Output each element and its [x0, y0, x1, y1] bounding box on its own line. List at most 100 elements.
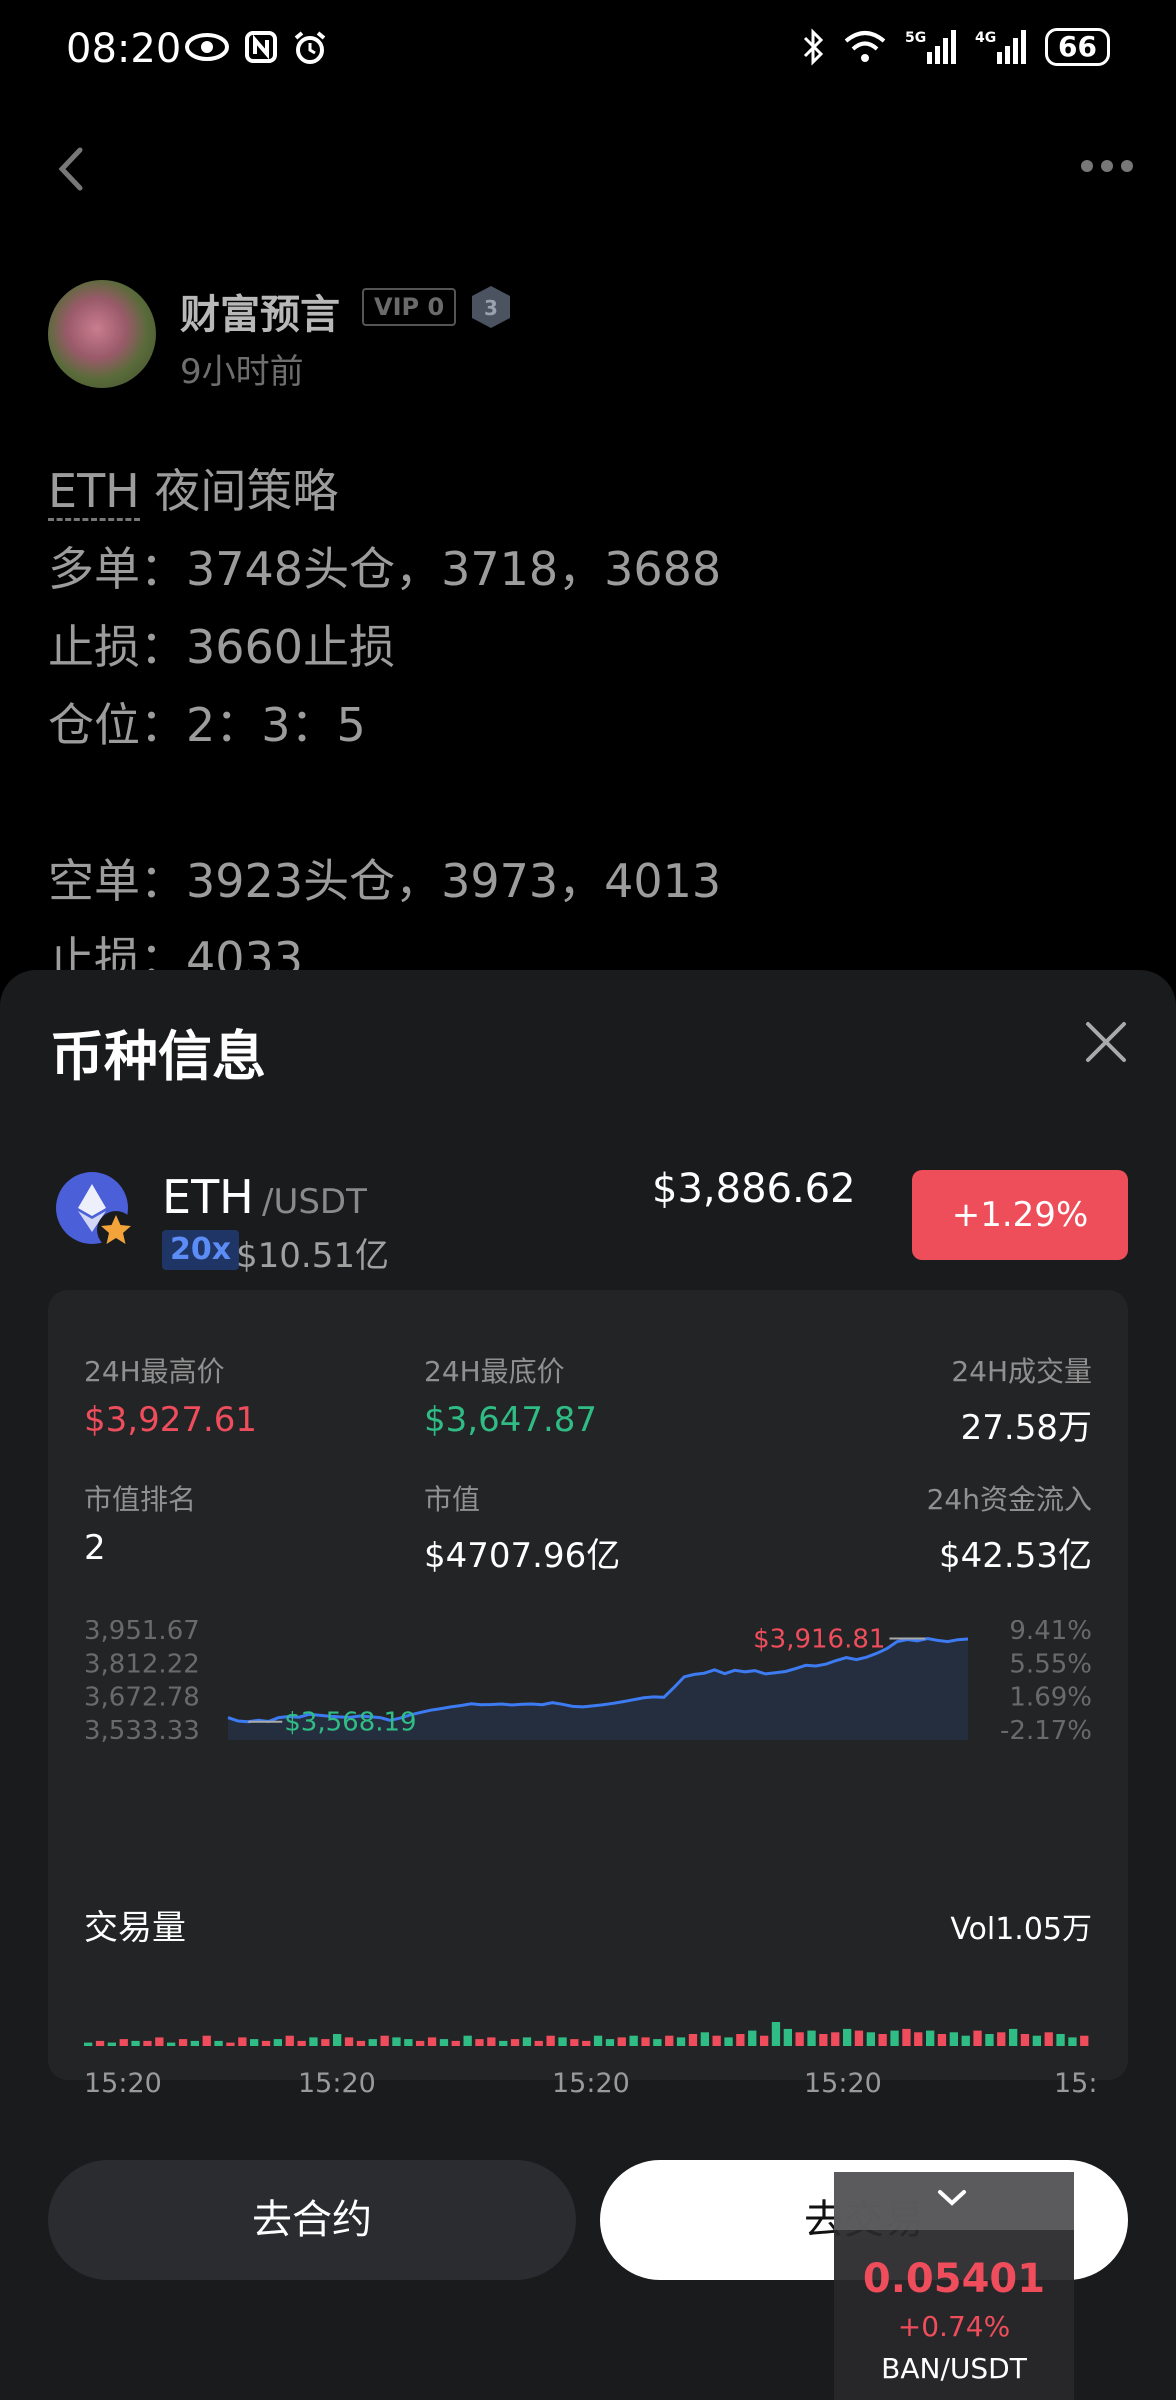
ticker-header[interactable] [834, 2172, 1074, 2230]
time-tick: 15:20 [552, 2068, 630, 2099]
y-axis-left-tick: 3,672.78 [84, 1683, 200, 1713]
low-price-label: $3,568.19 [284, 1708, 416, 1738]
volume-bar [143, 2040, 152, 2046]
author-avatar[interactable] [48, 280, 156, 388]
y-axis-right-tick: -2.17% [1000, 1716, 1092, 1746]
volume-bar [641, 2037, 650, 2046]
volume-bar [344, 2037, 354, 2046]
high-value: $3,927.61 [84, 1400, 258, 1440]
volume-bar [688, 2034, 698, 2046]
volume-bar [84, 2042, 93, 2046]
volume-bar [937, 2034, 947, 2046]
vip-badge: VIP 0 [362, 288, 457, 326]
volume-bar [831, 2032, 840, 2046]
volume-bar [843, 2028, 852, 2046]
volume-bar [238, 2037, 247, 2046]
volume-bar [463, 2035, 472, 2046]
volume-bar [475, 2039, 484, 2046]
volume-bar [309, 2037, 318, 2046]
post-line: 空单：3923头仓，3973，4013 [48, 854, 722, 908]
volume-bar [487, 2037, 496, 2046]
volume-bar [368, 2039, 377, 2046]
price-chart[interactable]: 3,951.67 3,812.22 3,672.783,533.33 9.41% 5.5… [48, 1620, 1128, 1840]
favorite-star-icon[interactable] [96, 1210, 136, 1250]
signal-5g-icon: 5G [905, 30, 957, 64]
battery-indicator: 66 [1045, 28, 1110, 66]
volume-bar [760, 2035, 769, 2046]
volume-bar [617, 2037, 626, 2046]
status-time: 08:20 [66, 26, 182, 72]
volume-bar [297, 2040, 306, 2046]
sheet-title: 币种信息 [50, 1025, 266, 1088]
go-contract-button[interactable]: 去合约 [48, 2160, 576, 2280]
chevron-down-icon[interactable] [934, 2186, 970, 2210]
volume-bar [427, 2037, 437, 2046]
time-tick: 15:20 [298, 2068, 376, 2099]
volume-bar [795, 2032, 804, 2046]
high-price-label: $3,916.81 [753, 1625, 885, 1655]
volume-bar [1068, 2037, 1077, 2046]
volume-bar [214, 2040, 223, 2046]
volume-bar [973, 2030, 982, 2046]
volume-bar [926, 2030, 935, 2046]
volume-bar [866, 2032, 875, 2046]
low-label: 24H最底价 [424, 1355, 565, 1388]
volume-bar [1044, 2032, 1053, 2046]
back-icon[interactable] [52, 146, 92, 192]
coin-price: $3,886.62 [652, 1166, 856, 1212]
volume-bar [902, 2028, 911, 2046]
time-tick: 15:20 [804, 2068, 882, 2099]
volume-bar [985, 2034, 994, 2046]
stats-card: 24H最高价 $3,927.61 24H最底价 $3,647.87 24H成交量… [48, 1290, 1128, 2099]
post-time: 9小时前 [180, 352, 304, 392]
y-axis-right-tick: 9.41% [1009, 1620, 1092, 1646]
volume-bar [854, 2030, 864, 2046]
level-badge: 3 [472, 286, 510, 328]
post-body: ETH 夜间策略 多单：3748头仓，3718，3688 止损：3660止损 仓… [48, 452, 1128, 998]
author-name[interactable]: 财富预言 [180, 282, 340, 340]
volume-bar [202, 2035, 211, 2046]
volume-label: 24H成交量 [951, 1355, 1092, 1388]
volume-bar [178, 2039, 188, 2046]
volume-bar [700, 2032, 709, 2046]
volume-bar [665, 2035, 674, 2046]
volume-bar [1009, 2028, 1018, 2046]
y-axis-right-tick: 5.55% [1009, 1649, 1092, 1679]
volume-bar [676, 2037, 686, 2046]
post-line: 仓位：2：3：5 [48, 698, 366, 752]
volume-bar [1020, 2034, 1030, 2046]
volume-bar [783, 2028, 792, 2046]
volume-bar [1032, 2035, 1041, 2046]
volume-bar [605, 2039, 615, 2046]
bluetooth-icon [803, 28, 824, 66]
volume-bar [593, 2035, 603, 2046]
volume-bar [404, 2039, 413, 2046]
inflow-value: $42.53亿 [939, 1536, 1092, 1576]
price-change-badge[interactable]: +1.29% [912, 1170, 1128, 1260]
nfc-icon [245, 31, 277, 63]
volume-bar [131, 2040, 140, 2046]
volume-bar [226, 2042, 235, 2046]
high-label: 24H最高价 [84, 1355, 225, 1388]
status-right-icons: 5G 4G 66 [801, 28, 1110, 66]
status-bar: 08:20 5G 4G 66 [0, 0, 1176, 100]
eth-coin-link[interactable]: ETH [48, 464, 140, 521]
volume-bar [499, 2040, 508, 2046]
volume-bar [285, 2035, 294, 2046]
volume-bar [167, 2042, 176, 2046]
more-icon[interactable] [1080, 158, 1134, 174]
coin-quote: /USDT [262, 1182, 367, 1222]
volume-bar [558, 2037, 567, 2046]
time-tick: 15:20 [84, 2068, 162, 2099]
volume-bar [771, 2022, 781, 2046]
volume-bar [380, 2035, 389, 2046]
leverage-badge: 20x [162, 1230, 240, 1270]
mcap-value: $4707.96亿 [424, 1536, 621, 1576]
volume-bar [878, 2034, 887, 2046]
volume-bar [819, 2034, 828, 2046]
floating-ticker[interactable]: 0.05401 +0.74% BAN/USDT [834, 2172, 1074, 2400]
close-icon[interactable] [1084, 1020, 1128, 1064]
signal-4g-icon: 4G [975, 30, 1027, 64]
coin-symbol: ETH [162, 1170, 254, 1224]
y-axis-left-tick: 3,812.22 [84, 1649, 200, 1679]
